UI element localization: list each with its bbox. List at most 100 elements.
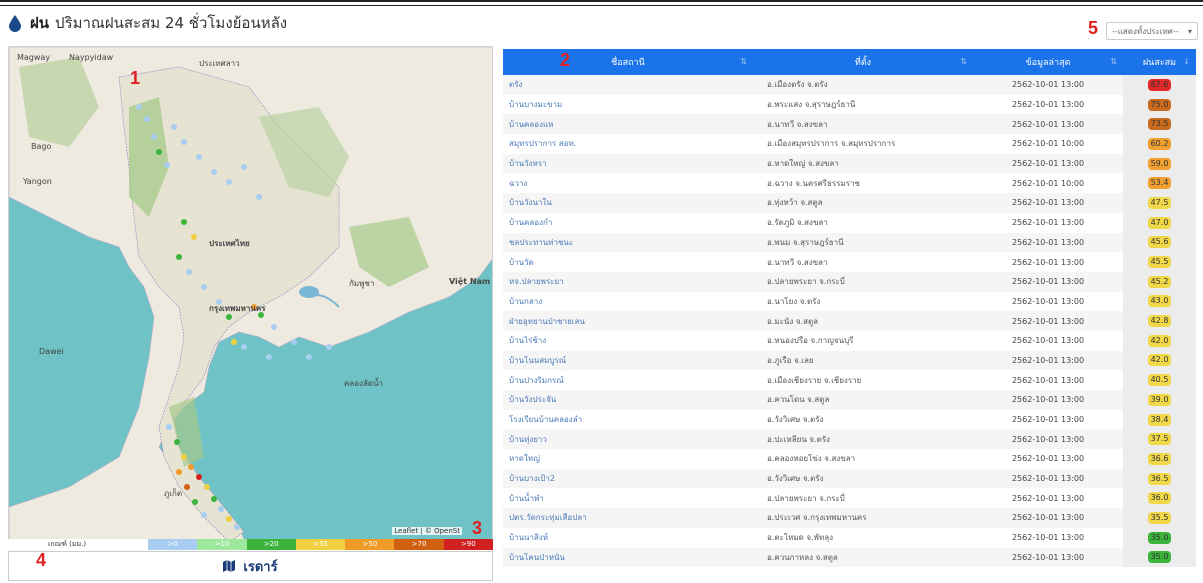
table-row[interactable]: บ้านนาสิงห์ อ.ตะโหมด จ.พัทลุง 2562-10-01 1… [503,527,1196,548]
column-header-location[interactable]: ที่ตั้ง ⇅ [753,49,973,75]
table-row[interactable]: บ้านไร่ช้าง อ.หนองปรือ จ.กาญจนบุรี 2562-10… [503,330,1196,351]
rain-cell: 47.5 [1123,193,1196,213]
rain-badge: 75.0 [1147,98,1172,111]
station-link[interactable]: บ้านปางริมกรณ์ [503,370,753,390]
station-link[interactable]: บ้านคลองกำ [503,212,753,233]
station-link[interactable]: สมุทรปราการ สอท. [503,134,753,154]
table-row[interactable]: บ้านคลองแห อ.นาทวี จ.สงขลา 2562-10-01 13:0… [503,114,1196,135]
map-canvas[interactable] [9,47,493,550]
table-row[interactable]: บ้านวัด อ.นาทวี จ.สงขลา 2562-10-01 13:00 45… [503,252,1196,272]
rain-badge: 37.5 [1147,433,1172,446]
table-row[interactable]: ฉวาง อ.ฉวาง จ.นครศรีธรรมราช 2562-10-01 10:… [503,173,1196,194]
table-row[interactable]: ปตร.วัดกระทุ่มเสือปลา อ.ประเวศ จ.กรุงเทพม… [503,508,1196,528]
station-location: อ.ประเวศ จ.กรุงเทพมหานคร [753,508,973,528]
table-row[interactable]: บ้านวังหรา อ.หาดใหญ่ จ.สงขลา 2562-10-01 13… [503,153,1196,174]
station-link[interactable]: ชลประทานท่าชนะ [503,232,753,253]
station-date: 2562-10-01 13:00 [973,429,1123,450]
station-location: อ.มะนัง จ.สตูล [753,311,973,331]
map-label: กรุงเทพมหานคร [209,304,266,313]
table-row[interactable]: ตรัง อ.เมืองตรัง จ.ตรัง 2562-10-01 13:00 87… [503,75,1196,95]
station-link[interactable]: หาดใหญ่ [503,449,753,469]
table-row[interactable]: บ้านปางริมกรณ์ อ.เมืองเชียงราย จ.เชียงราย… [503,370,1196,390]
column-header-station[interactable]: ชื่อสถานี ⇅ [503,49,753,75]
table-row[interactable]: บ้านบางเป้า2 อ.วังวิเศษ จ.ตรัง 2562-10-01 … [503,468,1196,489]
annotation-marker: 5 [1088,18,1099,38]
table-row[interactable]: บ้านโคนป่าหนัน อ.ควนกาหลง จ.สตูล 2562-10-0… [503,547,1196,568]
rain-badge: 42.0 [1147,334,1172,347]
station-link[interactable]: บ้านวังนาใน [503,193,753,213]
top-border [0,0,1203,6]
map-attribution[interactable]: Leaflet | © OpenSt [392,527,462,535]
table-row[interactable]: บ้านวังประจัน อ.ควนโดน จ.สตูล 2562-10-01 1… [503,390,1196,410]
station-date: 2562-10-01 13:00 [973,291,1123,312]
station-date: 2562-10-01 10:00 [973,134,1123,154]
station-location: อ.นาโยง จ.ตรัง [753,291,973,312]
station-location: อ.ฉวาง จ.นครศรีธรรมราช [753,173,973,194]
rain-cell: 40.5 [1123,370,1196,390]
radar-button[interactable]: เรดาร์ [8,551,493,581]
station-link[interactable]: บ้านโคนป่าหนัน [503,547,753,568]
station-link[interactable]: บ้านคลองแห [503,114,753,135]
rain-badge: 35.5 [1147,511,1172,524]
station-link[interactable]: ปตร.วัดกระทุ่มเสือปลา [503,508,753,528]
table-row[interactable]: บ้านวังนาใน อ.ทุ่งหว้า จ.สตูล 2562-10-01 1… [503,193,1196,213]
rain-cell: 37.5 [1123,429,1196,450]
station-link[interactable]: บ้านวัด [503,252,753,272]
legend-cell: >50 [345,539,395,550]
station-link[interactable]: บ้านนาสิงห์ [503,527,753,548]
station-link[interactable]: โรงเรียนบ้านคลองลำ [503,409,753,430]
station-link[interactable]: บ้านทุ่งยาว [503,429,753,450]
rain-cell: 38.4 [1123,409,1196,430]
page-title-bold: ฝน [30,14,50,32]
station-link[interactable]: ฉวาง [503,173,753,194]
station-link[interactable]: ตรัง [503,75,753,95]
page-title: ปริมาณฝนสะสม 24 ชั่วโมงย้อนหลัง [55,14,288,32]
table-row[interactable]: บ้านคลองกำ อ.รัตภูมิ จ.สงขลา 2562-10-01 13… [503,212,1196,233]
station-date: 2562-10-01 13:00 [973,271,1123,292]
station-link[interactable]: หจ.ปลายพระยา [503,271,753,292]
table-row[interactable]: บ้านโนนสมบูรณ์ อ.ภูเรือ จ.เลย 2562-10-01 1… [503,350,1196,371]
rain-badge: 47.0 [1147,216,1172,229]
annotation-marker: 1 [130,68,141,88]
table-row[interactable]: หาดใหญ่ อ.คลองหอยโข่ง จ.สงขลา 2562-10-01 1… [503,449,1196,469]
table-row[interactable]: บ้านบางมะขาม อ.พระแสง จ.สุราษฎร์ธานี 2562-… [503,94,1196,115]
station-date: 2562-10-01 13:00 [973,311,1123,331]
station-link[interactable]: บ้านวังประจัน [503,390,753,410]
column-header-rain[interactable]: ฝนสะสม ↓ [1123,49,1196,75]
table-row[interactable]: บ้านน้ำพำ อ.ปลายพระยา จ.กระบี่ 2562-10-01 … [503,488,1196,509]
table-row[interactable]: สมุทรปราการ สอท. อ.เมืองสมุทรปราการ จ.สมุ… [503,134,1196,154]
station-link[interactable]: ฝ่ายอุทยานป่าชายเลน [503,311,753,331]
annotation-marker: 2 [560,50,571,70]
station-link[interactable]: บ้านน้ำพำ [503,488,753,509]
station-location: อ.ปลายพระยา จ.กระบี่ [753,271,973,292]
rain-cell: 53.4 [1123,173,1196,194]
legend-cell: >0 [148,539,198,550]
station-link[interactable]: บ้านบางมะขาม [503,94,753,115]
station-location: อ.หาดใหญ่ จ.สงขลา [753,153,973,174]
rain-badge: 53.4 [1147,177,1172,190]
map-label: ประเทศลาว [199,59,240,68]
rain-badge: 87.6 [1147,78,1172,91]
station-link[interactable]: บ้านกลาง [503,291,753,312]
rain-map[interactable]: Magway Naypyidaw Bago Yangon ประเทศลาว ป… [8,46,493,550]
column-header-date[interactable]: ข้อมูลล่าสุด ⇅ [973,49,1123,75]
station-link[interactable]: บ้านโนนสมบูรณ์ [503,350,753,371]
table-row[interactable]: ชลประทานท่าชนะ อ.พนม จ.สุราษฎร์ธานี 2562-1… [503,232,1196,253]
station-location: อ.ทุ่งหว้า จ.สตูล [753,193,973,213]
legend-cell: >35 [295,539,346,550]
station-link[interactable]: บ้านวังหรา [503,153,753,174]
table-row[interactable]: โรงเรียนบ้านคลองลำ อ.วังวิเศษ จ.ตรัง 2562-… [503,409,1196,430]
station-date: 2562-10-01 13:00 [973,547,1123,568]
rain-cell: 42.8 [1123,311,1196,331]
station-location: อ.วังวิเศษ จ.ตรัง [753,468,973,489]
station-link[interactable]: บ้านไร่ช้าง [503,330,753,351]
station-link[interactable]: บ้านบางเป้า2 [503,468,753,489]
map-label: ประเทศไทย [209,239,250,248]
table-row[interactable]: หจ.ปลายพระยา อ.ปลายพระยา จ.กระบี่ 2562-10-… [503,271,1196,292]
rain-badge: 42.8 [1147,315,1172,328]
province-select[interactable]: --แสดงทั้งประเทศ-- ▾ [1106,22,1198,40]
table-row[interactable]: ฝ่ายอุทยานป่าชายเลน อ.มะนัง จ.สตูล 2562-10… [503,311,1196,331]
table-row[interactable]: บ้านกลาง อ.นาโยง จ.ตรัง 2562-10-01 13:00 43… [503,291,1196,312]
rain-table: ชื่อสถานี ⇅ ที่ตั้ง ⇅ ข้อมูลล่าสุด ⇅ ฝนสะสม… [503,49,1196,568]
table-row[interactable]: บ้านทุ่งยาว อ.ปะเหลียน จ.ตรัง 2562-10-01 1… [503,429,1196,450]
